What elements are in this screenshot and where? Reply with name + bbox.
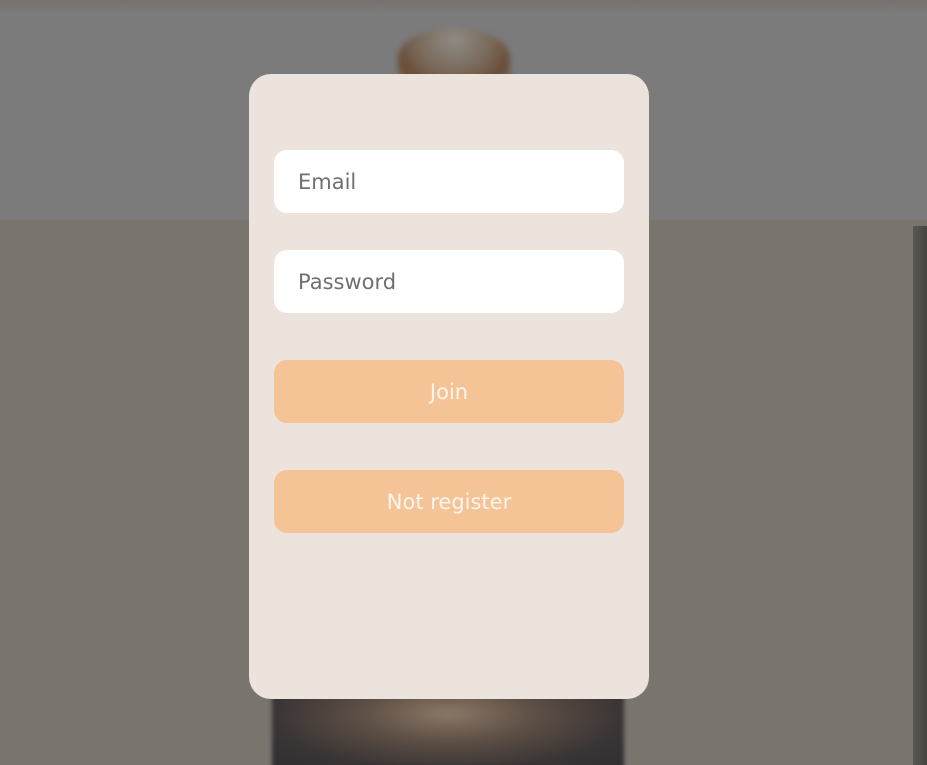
password-field[interactable] (274, 250, 624, 313)
join-button[interactable]: Join (274, 360, 624, 423)
background-photo-bottom (272, 690, 624, 765)
email-field[interactable] (274, 150, 624, 213)
background-right-edge (913, 226, 927, 765)
login-card: Join Not register (249, 74, 649, 699)
not-register-button[interactable]: Not register (274, 470, 624, 533)
